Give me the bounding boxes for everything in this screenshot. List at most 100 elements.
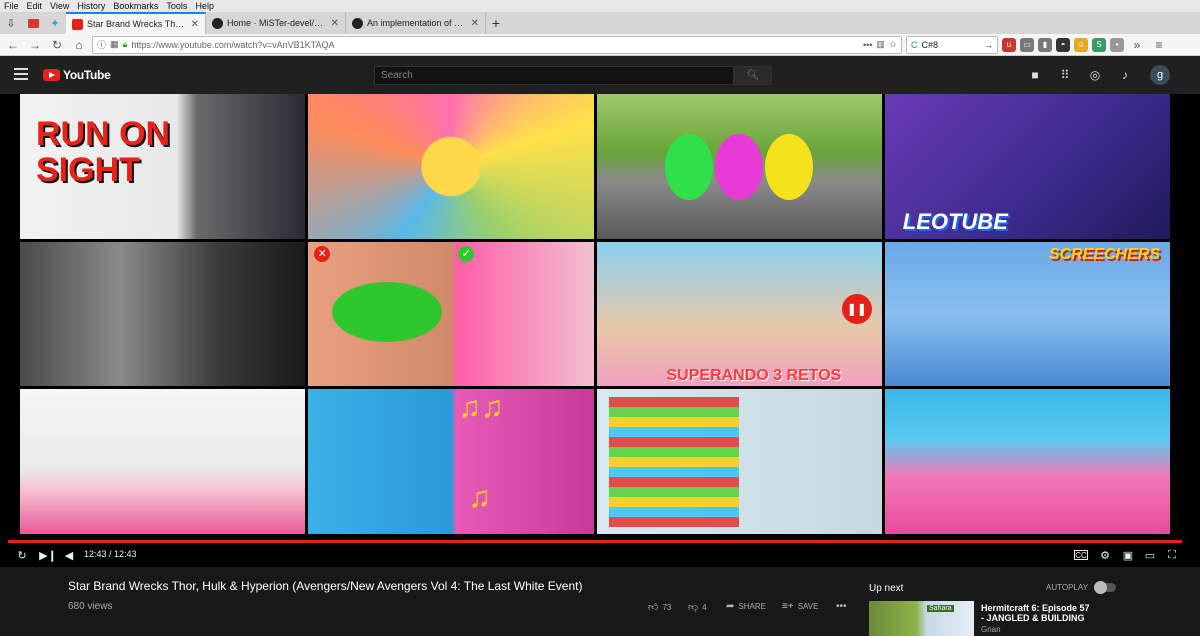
- sidebar-icon[interactable]: ▮: [1038, 37, 1052, 52]
- menu-history[interactable]: History: [77, 0, 105, 12]
- video-thumbnail[interactable]: [596, 389, 882, 534]
- bookmark-star-icon[interactable]: ☆: [889, 39, 897, 50]
- dislike-button[interactable]: 👎︎ 4: [688, 601, 707, 613]
- save-button[interactable]: ≡+ SAVE: [782, 601, 818, 612]
- gmail-icon[interactable]: [22, 12, 44, 34]
- captions-icon[interactable]: CC: [1074, 550, 1088, 560]
- like-count: 73: [662, 602, 672, 612]
- music-note-icon: ♫: [468, 481, 491, 515]
- like-button[interactable]: 👍︎ 73: [648, 601, 671, 613]
- next-video-title[interactable]: Hermitcraft 6: Episode 57 - JANGLED & BU…: [981, 603, 1091, 623]
- extension-ublock-icon[interactable]: u: [1002, 37, 1016, 52]
- search-icon[interactable]: 🔍︎: [734, 66, 772, 85]
- nav-bar: ← → ↻ ⌂ ⓘ ▦ 🔒︎ https://www.youtube.com/w…: [0, 34, 1200, 56]
- extension-s-icon[interactable]: S: [1092, 37, 1106, 52]
- settings-gear-icon[interactable]: ⚙: [1098, 547, 1112, 563]
- tab-label: An implementation of a simple: [367, 18, 467, 28]
- reload-icon[interactable]: ↻: [48, 36, 66, 54]
- tab-youtube[interactable]: Star Brand Wrecks Thor, Hulk & ✕: [66, 12, 206, 34]
- menu-view[interactable]: View: [50, 0, 69, 12]
- video-thumbnail[interactable]: ♫♫ ♫: [308, 389, 594, 534]
- search-go-icon[interactable]: →: [984, 40, 993, 50]
- close-icon[interactable]: ✕: [471, 18, 479, 29]
- url-bar[interactable]: ⓘ ▦ 🔒︎ https://www.youtube.com/watch?v=v…: [92, 35, 902, 54]
- video-thumbnail[interactable]: [20, 241, 306, 387]
- avatar[interactable]: g: [1150, 65, 1170, 85]
- messages-icon[interactable]: ◎: [1088, 68, 1102, 82]
- block-cube: [608, 397, 739, 528]
- pause-icon: ❚❚: [841, 293, 872, 324]
- youtube-favicon-icon: [72, 18, 83, 30]
- miniplayer-icon[interactable]: ▣: [1120, 547, 1136, 563]
- video-thumbnail[interactable]: RUN ON SIGHT: [20, 94, 306, 239]
- notifications-bell-icon[interactable]: ♪: [1118, 68, 1132, 82]
- info-icon[interactable]: ⓘ: [97, 38, 106, 51]
- next-video-thumbnail[interactable]: [869, 601, 974, 636]
- menu-edit[interactable]: Edit: [27, 0, 43, 12]
- close-icon[interactable]: ✕: [331, 18, 339, 29]
- tab-github-mister[interactable]: Home · MiSTer-devel/Main_Mi ✕: [206, 12, 346, 34]
- library-icon[interactable]: ▥: [876, 39, 885, 50]
- permissions-icon[interactable]: ▦: [110, 39, 119, 50]
- more-actions-button[interactable]: •••: [836, 601, 847, 612]
- video-info: Star Brand Wrecks Thor, Hulk & Hyperion …: [0, 567, 1200, 636]
- video-thumbnail[interactable]: ✕ ✓: [308, 241, 594, 387]
- theater-mode-icon[interactable]: ▭: [1142, 547, 1158, 563]
- more-icon: •••: [836, 601, 847, 612]
- youtube-search-input[interactable]: Search: [374, 66, 734, 85]
- menu-bookmarks[interactable]: Bookmarks: [113, 0, 158, 12]
- extension-smiley-icon[interactable]: ☺: [1074, 37, 1088, 52]
- volume-icon[interactable]: ◀: [62, 547, 76, 563]
- autoplay-toggle[interactable]: [1094, 581, 1116, 594]
- video-thumbnail[interactable]: LEOTUBE: [884, 94, 1170, 239]
- video-thumbnail[interactable]: [20, 389, 306, 534]
- menu-icon[interactable]: ≡: [1150, 36, 1168, 54]
- back-icon[interactable]: ←: [4, 36, 22, 54]
- next-icon[interactable]: ▶❙: [39, 547, 57, 563]
- guide-menu-icon[interactable]: [14, 68, 28, 80]
- fullscreen-icon[interactable]: ⛶: [1164, 547, 1180, 563]
- twitter-icon[interactable]: ✦: [44, 12, 66, 34]
- music-notes-icon: ♫♫: [458, 391, 504, 425]
- close-icon[interactable]: ✕: [191, 19, 199, 30]
- menu-file[interactable]: File: [4, 0, 19, 12]
- page-actions-icon[interactable]: •••: [863, 40, 872, 50]
- search-bar-value[interactable]: C#8: [922, 40, 981, 50]
- menu-help[interactable]: Help: [195, 0, 214, 12]
- search-bar[interactable]: C C#8 →: [906, 35, 998, 54]
- video-thumbnail[interactable]: SUPERANDO 3 RETOS ❚❚: [596, 241, 882, 387]
- download-icon[interactable]: ⇩: [0, 12, 22, 34]
- video-thumbnail[interactable]: [884, 389, 1170, 534]
- video-thumbnail[interactable]: [596, 94, 882, 239]
- tab-github-implementation[interactable]: An implementation of a simple ✕: [346, 12, 486, 34]
- autoplay-label: AUTOPLAY: [1046, 583, 1088, 592]
- extension-grey-icon[interactable]: ▪: [1110, 37, 1124, 52]
- menu-tools[interactable]: Tools: [166, 0, 187, 12]
- home-icon[interactable]: ⌂: [70, 36, 88, 54]
- next-video-channel[interactable]: Grian: [981, 625, 1001, 634]
- video-thumbnail[interactable]: SCREECHERS: [884, 241, 1170, 387]
- reader-icon[interactable]: ▭: [1020, 37, 1034, 52]
- video-player[interactable]: RUN ON SIGHT LEOTUBE ✕ ✓ SUPERANDO 3 RET…: [0, 94, 1200, 567]
- youtube-header: YouTube Search 🔍︎ ■ ⠿ ◎ ♪ g: [0, 56, 1200, 94]
- pink-egg: [714, 134, 763, 200]
- video-thumbnail[interactable]: [308, 94, 594, 239]
- overflow-icon[interactable]: »: [1128, 36, 1146, 54]
- extension-mask-icon[interactable]: ◓: [1056, 37, 1070, 52]
- youtube-logo[interactable]: YouTube: [43, 68, 111, 82]
- x-mark-icon: ✕: [314, 245, 331, 262]
- forward-icon[interactable]: →: [26, 36, 44, 54]
- url-text[interactable]: https://www.youtube.com/watch?v=vAnVB1KT…: [131, 40, 859, 50]
- thumbnail-text: SUPERANDO 3 RETOS: [666, 367, 842, 385]
- video-title: Star Brand Wrecks Thor, Hulk & Hyperion …: [68, 579, 583, 593]
- save-label: SAVE: [797, 602, 819, 611]
- create-video-icon[interactable]: ■: [1028, 68, 1042, 82]
- share-button[interactable]: ➦ SHARE: [726, 601, 766, 612]
- new-tab-button[interactable]: +: [486, 12, 506, 34]
- thumbnail-text: LEOTUBE: [902, 208, 1008, 234]
- replay-icon[interactable]: ↻: [14, 547, 30, 563]
- share-label: SHARE: [738, 602, 766, 611]
- apps-grid-icon[interactable]: ⠿: [1058, 68, 1072, 82]
- thumbs-down-icon: 👎︎: [688, 602, 699, 613]
- time-display: 12:43 / 12:43: [84, 549, 137, 559]
